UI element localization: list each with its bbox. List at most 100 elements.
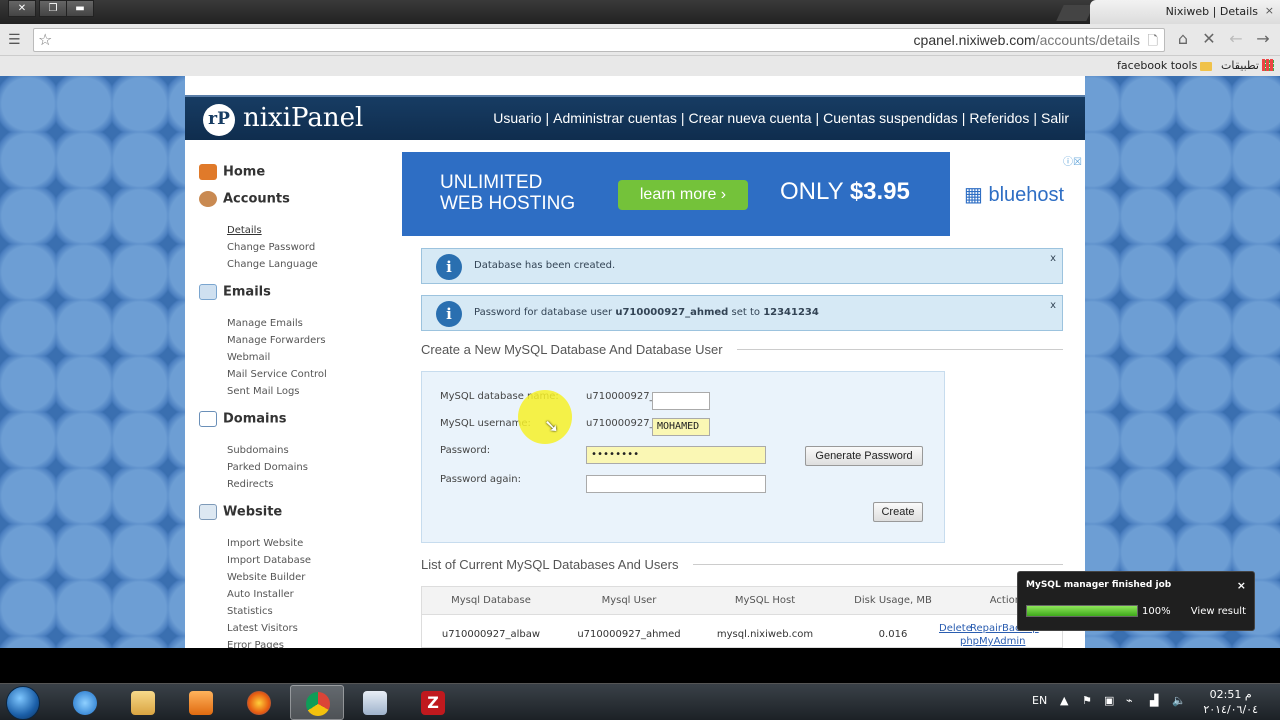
close-window-icon[interactable]: ✕ [8, 0, 36, 17]
sidebar-item-statistics[interactable]: Statistics [227, 606, 273, 617]
signal-icon[interactable]: ▟ [1150, 694, 1158, 707]
home-icon[interactable]: ⌂ [1172, 29, 1194, 48]
sidebar-item-parked-domains[interactable]: Parked Domains [227, 462, 308, 473]
sidebar-item-mail-service-control[interactable]: Mail Service Control [227, 369, 327, 380]
bookmark-star-icon[interactable]: ☆ [38, 30, 52, 49]
sidebar-item-webmail[interactable]: Webmail [227, 352, 270, 363]
window-app-icon [363, 691, 387, 715]
menu-icon[interactable]: ☰ [8, 32, 21, 48]
browser-tab[interactable]: Nixiweb | Details × [1090, 0, 1280, 24]
address-bar[interactable]: ☆ cpanel.nixiweb.com/accounts/details 🗋 [33, 28, 1165, 52]
progress-fill [1027, 606, 1137, 616]
sidebar-item-manage-emails[interactable]: Manage Emails [227, 318, 303, 329]
nav-salir[interactable]: Salir [1041, 110, 1069, 126]
language-indicator[interactable]: EN [1032, 694, 1047, 707]
nav-cuentas-suspendidas[interactable]: Cuentas suspendidas [823, 110, 958, 126]
taskbar-explorer[interactable] [116, 685, 170, 720]
forward-icon[interactable]: → [1252, 29, 1274, 48]
repair-link[interactable]: Repair [970, 623, 1002, 634]
sidebar-item-latest-visitors[interactable]: Latest Visitors [227, 623, 298, 634]
start-button[interactable] [6, 686, 40, 720]
tab-close-icon[interactable]: × [1265, 4, 1274, 17]
system-clock[interactable]: 02:51 م ٢٠١٤/٠٦/٠٤ [1203, 687, 1258, 717]
sidebar-domains[interactable]: Domains [199, 411, 287, 427]
panel-header: rP nixiPanel Usuario | Administrar cuentas… [185, 95, 1085, 140]
db-name-prefix: u710000927_ [586, 391, 655, 402]
list-section-title: List of Current MySQL Databases And User… [421, 557, 679, 572]
alert-mid: set to [728, 307, 764, 318]
restore-window-icon[interactable]: ❐ [39, 0, 67, 17]
nav-referidos[interactable]: Referidos [969, 110, 1029, 126]
username-input[interactable]: MOHAMED [652, 418, 710, 436]
stop-icon[interactable]: ✕ [1198, 29, 1220, 48]
sidebar-item-redirects[interactable]: Redirects [227, 479, 273, 490]
windows-taskbar: Z EN ▲ ⚑ ▣ ⌁ ▟ 🔈 02:51 م ٢٠١٤/٠٦/٠٤ [0, 683, 1280, 720]
column-header: Disk Usage, MB [854, 595, 932, 606]
bookmark-facebook-tools[interactable]: facebook tools [1117, 59, 1215, 72]
password-input[interactable]: •••••••• [586, 446, 766, 464]
sidebar-item-import-database[interactable]: Import Database [227, 555, 311, 566]
sidebar-home[interactable]: Home [199, 164, 265, 180]
sidebar-emails[interactable]: Emails [199, 284, 271, 300]
page-viewport: rP nixiPanel Usuario | Administrar cuentas… [0, 76, 1280, 648]
nav-crear-nueva-cuenta[interactable]: Crear nueva cuenta [689, 110, 812, 126]
sidebar-accounts[interactable]: Accounts [199, 191, 290, 207]
taskbar-firefox[interactable] [232, 685, 286, 720]
sidebar-item-website-builder[interactable]: Website Builder [227, 572, 305, 583]
volume-icon[interactable]: 🔈 [1172, 694, 1186, 707]
sidebar-website[interactable]: Website [199, 504, 282, 520]
page-icon: 🗋 [1147, 34, 1158, 49]
alert-prefix: Password for database user [474, 307, 616, 318]
sidebar-item-error-pages[interactable]: Error Pages [227, 640, 284, 648]
power-icon[interactable]: ⌁ [1126, 694, 1133, 707]
sidebar-item-manage-forwarders[interactable]: Manage Forwarders [227, 335, 326, 346]
sidebar-item-details[interactable]: Details [227, 225, 262, 236]
nav-usuario[interactable]: Usuario [493, 110, 541, 126]
alert-close-icon[interactable]: x [1050, 300, 1056, 311]
notification-title: MySQL manager finished job [1026, 580, 1172, 590]
bluehost-banner-ad[interactable]: UNLIMITED WEB HOSTING learn more › ONLY … [402, 152, 1084, 236]
logo-mark[interactable]: rP [203, 104, 235, 136]
minimize-window-icon[interactable]: ▬ [66, 0, 94, 17]
window-titlebar: ✕ ❐ ▬ Nixiweb | Details × [0, 0, 1280, 24]
bookmark-apps[interactable]: تطبيقات [1221, 59, 1259, 72]
ad-info-close-icon[interactable]: ⓘ☒ [1063, 153, 1082, 168]
sidebar-item-subdomains[interactable]: Subdomains [227, 445, 289, 456]
info-icon: i [436, 254, 462, 280]
delete-link[interactable]: Delete [939, 623, 972, 634]
taskbar-app[interactable] [348, 685, 402, 720]
alert-close-icon[interactable]: x [1050, 253, 1056, 264]
logo-text[interactable]: nixiPanel [243, 103, 363, 133]
learn-more-button[interactable]: learn more › [618, 180, 748, 210]
sidebar-accounts-label: Accounts [223, 191, 290, 207]
view-result-link[interactable]: View result [1191, 606, 1246, 617]
flag-icon[interactable]: ⚑ [1082, 694, 1092, 707]
nav-administrar-cuentas[interactable]: Administrar cuentas [553, 110, 677, 126]
sidebar-item-sent-mail-logs[interactable]: Sent Mail Logs [227, 386, 300, 397]
phpmyadmin-link[interactable]: phpMyAdmin [960, 636, 1025, 647]
notification-close-icon[interactable]: × [1237, 579, 1246, 592]
bookmarks-bar: facebook tools تطبيقات [0, 56, 1280, 76]
taskbar-chrome[interactable] [290, 685, 344, 720]
alert-message: Database has been created. [474, 260, 616, 271]
apps-icon[interactable] [1262, 59, 1274, 71]
db-name-input[interactable] [652, 392, 710, 410]
taskbar-ie[interactable] [58, 685, 112, 720]
bluehost-logo-box: ⓘ☒ ▦ bluehost [950, 152, 1084, 236]
taskbar-media-player[interactable] [174, 685, 228, 720]
generate-password-button[interactable]: Generate Password [805, 446, 923, 466]
sidebar-item-change-language[interactable]: Change Language [227, 259, 318, 270]
sidebar-item-auto-installer[interactable]: Auto Installer [227, 589, 294, 600]
new-tab-button[interactable] [1056, 5, 1094, 21]
sidebar-item-change-password[interactable]: Change Password [227, 242, 315, 253]
taskbar-filezilla[interactable]: Z [406, 685, 460, 720]
username-prefix: u710000927_ [586, 418, 655, 429]
password-again-input[interactable] [586, 475, 766, 493]
show-hidden-icons-icon[interactable]: ▲ [1060, 694, 1068, 707]
create-button[interactable]: Create [873, 502, 923, 522]
network-adapter-icon[interactable]: ▣ [1104, 694, 1114, 707]
cell-disk-usage: 0.016 [878, 629, 908, 640]
price-amount: $3.95 [849, 178, 910, 205]
back-icon[interactable]: ← [1225, 29, 1247, 48]
sidebar-item-import-website[interactable]: Import Website [227, 538, 303, 549]
